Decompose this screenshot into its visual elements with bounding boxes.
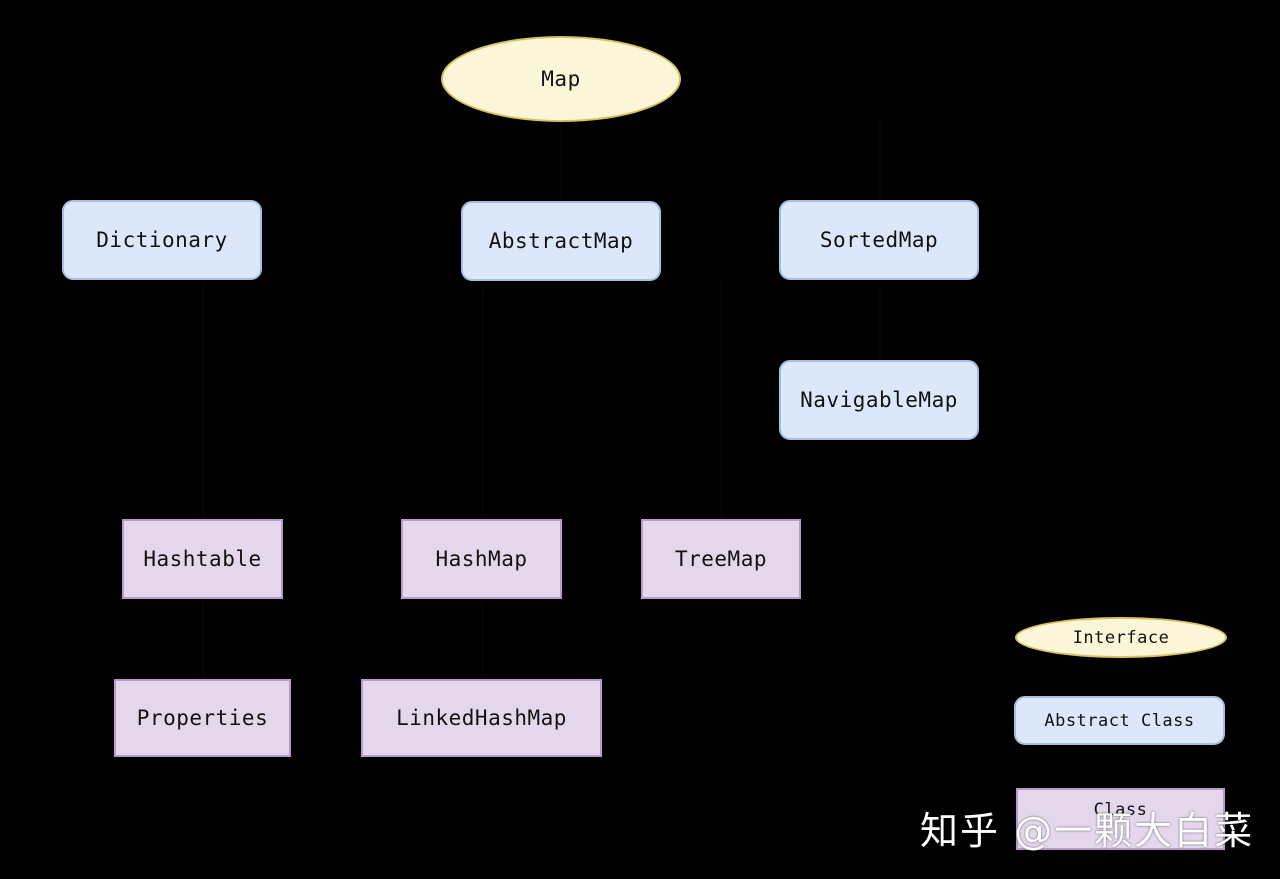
edge-hashtable-to-properties (202, 599, 204, 678)
legend-abstract-class-swatch: Abstract Class (1014, 696, 1225, 745)
legend-interface-swatch: Interface (1015, 617, 1227, 658)
node-abstractmap[interactable]: AbstractMap (461, 201, 661, 281)
node-sortedmap[interactable]: SortedMap (779, 200, 979, 280)
edge-dictionary-to-hashtable (202, 281, 204, 518)
node-linkedhashmap-label: LinkedHashMap (396, 706, 567, 730)
edge-map-to-sortedmap (879, 122, 881, 200)
node-linkedhashmap[interactable]: LinkedHashMap (361, 679, 602, 757)
node-sortedmap-label: SortedMap (819, 228, 939, 252)
legend-class-swatch: Class (1016, 788, 1225, 850)
node-dictionary-label: Dictionary (96, 228, 228, 252)
diagram-canvas: Map Dictionary AbstractMap SortedMap Nav… (0, 0, 1280, 879)
node-abstractmap-label: AbstractMap (488, 229, 634, 253)
node-treemap[interactable]: TreeMap (641, 519, 801, 599)
node-hashmap-label: HashMap (435, 547, 528, 571)
legend-class-label: Class (1093, 800, 1148, 820)
node-navigablemap-label: NavigableMap (800, 388, 958, 412)
node-hashmap[interactable]: HashMap (401, 519, 562, 599)
legend-abstract-class-label: Abstract Class (1044, 710, 1195, 731)
edge-hashmap-to-linkedhashmap (481, 599, 483, 678)
node-map-label: Map (541, 67, 581, 91)
node-navigablemap[interactable]: NavigableMap (779, 360, 979, 440)
edge-abstractmap-to-treemap (720, 282, 722, 518)
edge-abstractmap-to-hashmap (481, 282, 483, 518)
node-hashtable-label: Hashtable (143, 547, 262, 571)
node-hashtable[interactable]: Hashtable (122, 519, 283, 599)
edge-sortedmap-to-navigablemap (879, 281, 881, 359)
edge-map-to-abstractmap (560, 122, 562, 200)
node-treemap-label: TreeMap (674, 547, 767, 571)
node-dictionary[interactable]: Dictionary (62, 200, 262, 280)
node-map[interactable]: Map (441, 36, 681, 122)
node-properties-label: Properties (136, 706, 269, 730)
legend-interface-label: Interface (1072, 627, 1170, 648)
node-properties[interactable]: Properties (114, 679, 291, 757)
